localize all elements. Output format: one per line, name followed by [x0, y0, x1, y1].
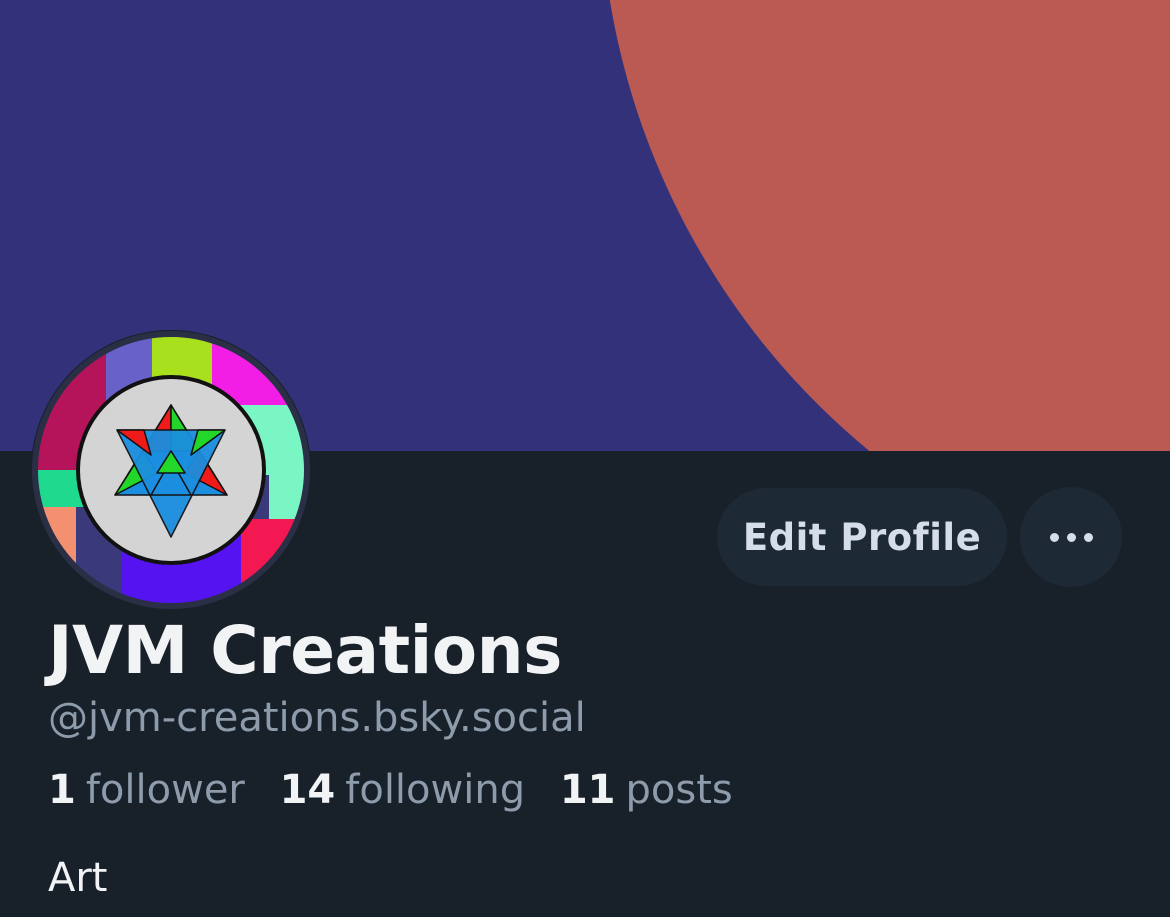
posts-label: posts	[625, 767, 733, 813]
profile-stats: 1 follower 14 following 11 posts	[48, 767, 755, 813]
display-name: JVM Creations	[48, 612, 562, 689]
following-count: 14	[279, 767, 336, 813]
followers-link[interactable]: 1 follower	[48, 767, 245, 813]
profile-page: Edit Profile JVM Creations @jvm-creation…	[0, 0, 1170, 917]
ellipsis-icon	[1046, 532, 1097, 542]
profile-handle: @jvm-creations.bsky.social	[48, 695, 586, 741]
followers-count: 1	[48, 767, 76, 813]
avatar[interactable]	[31, 330, 311, 610]
following-link[interactable]: 14 following	[280, 767, 526, 813]
edit-profile-button[interactable]: Edit Profile	[717, 488, 1007, 586]
posts-count-item: 11 posts	[560, 767, 733, 813]
posts-count: 11	[559, 767, 616, 813]
followers-label: follower	[85, 767, 245, 813]
following-label: following	[345, 767, 526, 813]
edit-profile-label: Edit Profile	[742, 515, 982, 559]
profile-bio: Art	[48, 855, 108, 901]
avatar-image	[32, 331, 310, 609]
more-options-button[interactable]	[1020, 487, 1122, 587]
